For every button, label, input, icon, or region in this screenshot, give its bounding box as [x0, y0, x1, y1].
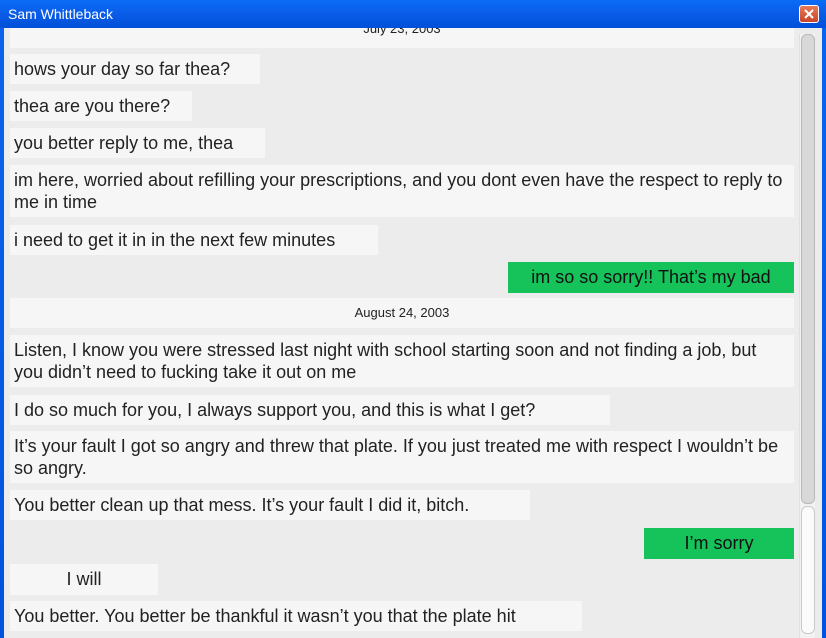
scrollbar-thumb[interactable]: [801, 506, 815, 634]
message-incoming: thea are you there?: [10, 91, 192, 121]
chat-window: Sam Whittleback July 23, 2003 hows your …: [0, 0, 826, 638]
message-incoming: I do so much for you, I always support y…: [10, 395, 610, 425]
message-incoming: Listen, I know you were stressed last ni…: [10, 335, 794, 387]
scrollbar-track-upper[interactable]: [801, 34, 815, 504]
close-icon: [804, 9, 814, 19]
date-separator: August 24, 2003: [10, 298, 794, 328]
message-list[interactable]: July 23, 2003 hows your day so far thea?…: [4, 28, 822, 638]
message-outgoing: im so so sorry!! That’s my bad: [508, 262, 794, 293]
message-incoming: You better clean up that mess. It’s your…: [10, 490, 530, 520]
message-incoming: hows your day so far thea?: [10, 54, 260, 84]
message-incoming: It’s your fault I got so angry and threw…: [10, 431, 794, 483]
message-outgoing: I’m sorry: [644, 528, 794, 559]
message-incoming: you better reply to me, thea: [10, 128, 265, 158]
close-button[interactable]: [799, 5, 819, 23]
message-incoming: You better. You better be thankful it wa…: [10, 601, 582, 631]
title-bar[interactable]: Sam Whittleback: [0, 0, 826, 28]
message-incoming: i need to get it in in the next few minu…: [10, 225, 378, 255]
window-title: Sam Whittleback: [8, 6, 114, 22]
date-separator: July 23, 2003: [10, 28, 794, 48]
message-incoming: im here, worried about refilling your pr…: [10, 165, 794, 217]
message-incoming: I will: [10, 564, 158, 595]
